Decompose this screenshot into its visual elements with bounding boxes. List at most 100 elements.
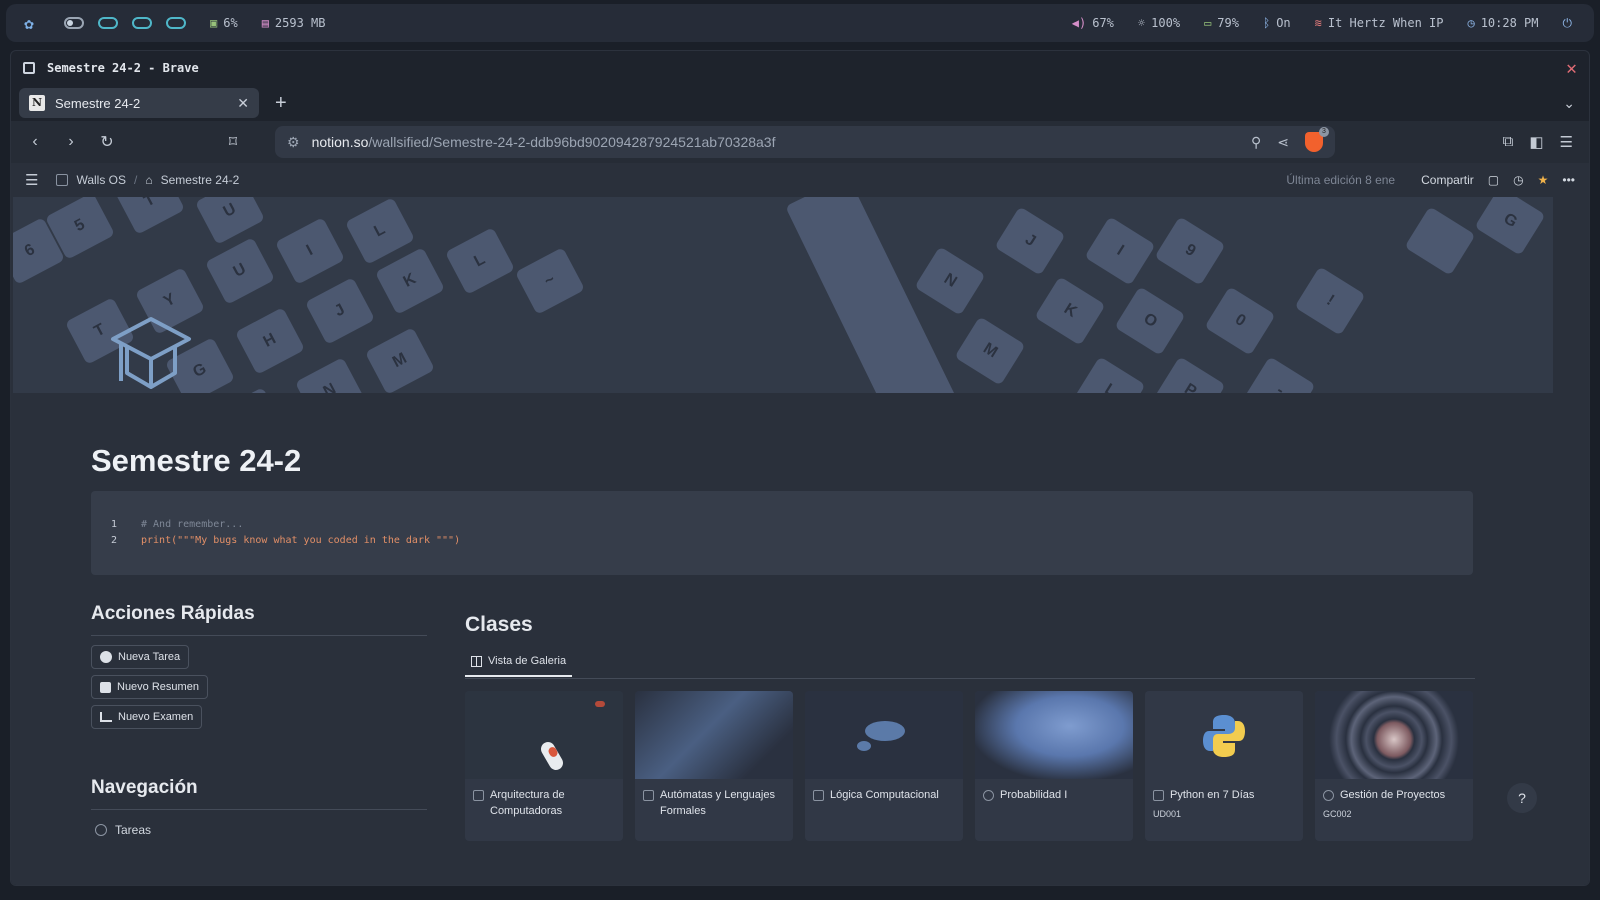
card-title: Autómatas y Lenguajes Formales xyxy=(660,789,775,817)
bluetooth-icon: ᛒ xyxy=(1262,16,1271,30)
breadcrumb-walls-os[interactable]: Walls OS xyxy=(76,173,126,187)
nav-item-label: Tareas xyxy=(115,823,152,837)
system-bar: ✿ ▣ 6% ▤ 2593 MB ◀) 67% ☼ 100% ▭ 79% ᛒ On ≋ It … xyxy=(6,4,1594,42)
automata-icon xyxy=(643,790,654,801)
probability-icon xyxy=(983,790,994,801)
check-circle-icon xyxy=(100,651,112,663)
workspace-4-icon[interactable] xyxy=(166,17,186,29)
edit-icon xyxy=(100,712,112,722)
ram-value: 2593 MB xyxy=(274,16,326,30)
brightness-indicator[interactable]: ☼ 100% xyxy=(1126,4,1192,42)
wifi-icon: ≋ xyxy=(1314,16,1322,30)
task-circle-icon xyxy=(95,824,107,836)
favorite-star-icon[interactable]: ★ xyxy=(1538,173,1549,187)
new-exam-button[interactable]: Nuevo Examen xyxy=(91,705,203,729)
chip-icon xyxy=(473,790,484,801)
reload-button[interactable]: ↻ xyxy=(93,132,121,152)
tab-semestre[interactable]: N Semestre 24-2 ✕ xyxy=(19,88,259,118)
card-cover-particles xyxy=(805,691,963,779)
workspace-3-icon[interactable] xyxy=(132,17,152,29)
workspace-1-icon[interactable] xyxy=(64,17,84,29)
card-code: UD001 xyxy=(1153,809,1182,819)
breadcrumb-separator: / xyxy=(134,173,138,187)
window-icon xyxy=(23,62,35,74)
sidebar-menu-icon[interactable]: ☰ xyxy=(25,171,38,189)
class-card[interactable]: Gestión de Proyectos GC002 xyxy=(1315,691,1473,841)
share-icon[interactable]: ⋖ xyxy=(1277,134,1289,151)
site-settings-icon[interactable]: ⚙ xyxy=(287,134,300,151)
notion-page: ☰ Walls OS / ⌂ Semestre 24-2 Última edic… xyxy=(11,163,1589,885)
help-button[interactable]: ? xyxy=(1507,783,1537,813)
brave-shields-icon[interactable] xyxy=(1305,127,1329,152)
class-card[interactable]: Autómatas y Lenguajes Formales xyxy=(635,691,793,841)
menu-icon[interactable]: ☰ xyxy=(1560,133,1573,151)
note-icon xyxy=(100,681,111,693)
bluetooth-indicator[interactable]: ᛒ On xyxy=(1251,4,1303,42)
wifi-indicator[interactable]: ≋ It Hertz When IP xyxy=(1303,4,1456,42)
os-logo-icon[interactable]: ✿ xyxy=(6,4,52,42)
back-button[interactable]: ‹ xyxy=(21,133,49,151)
forward-button[interactable]: › xyxy=(57,133,85,151)
sidebar-toggle-icon[interactable]: ◧ xyxy=(1529,133,1543,151)
new-summary-button[interactable]: Nuevo Resumen xyxy=(91,675,208,699)
gallery-view-tab[interactable]: Vista de Galeria xyxy=(465,647,573,677)
card-code: GC002 xyxy=(1323,809,1352,819)
volume-indicator[interactable]: ◀) 67% xyxy=(1060,4,1126,42)
address-bar[interactable]: ⚙ notion.so/wallsified/Semestre-24-2-ddb… xyxy=(275,126,1335,158)
volume-icon: ◀) xyxy=(1071,16,1087,30)
class-card[interactable]: Python en 7 Días UD001 xyxy=(1145,691,1303,841)
page-cover: 6 5 T U T Y U I L G H J K L N M ~ B N M … xyxy=(13,197,1553,393)
comments-icon[interactable]: ▢ xyxy=(1488,173,1499,187)
class-card[interactable]: Arquitectura de Computadoras xyxy=(465,691,623,841)
divider xyxy=(465,678,1475,679)
ram-indicator: ▤ 2593 MB xyxy=(250,4,338,42)
code-block[interactable]: 1 # And remember... 2 print("""My bugs kno… xyxy=(91,491,1473,575)
tab-list-chevron-icon[interactable]: ⌄ xyxy=(1563,95,1575,112)
nav-item-tareas[interactable]: Tareas xyxy=(95,823,151,837)
card-title: Arquitectura de Computadoras xyxy=(490,789,565,817)
zoom-icon[interactable]: ⚲ xyxy=(1251,134,1261,151)
code-line-2: print("""My bugs know what you coded in … xyxy=(141,535,461,546)
clock[interactable]: ◷ 10:28 PM xyxy=(1455,4,1550,42)
extensions-icon[interactable]: ⧉ xyxy=(1503,133,1514,151)
share-button[interactable]: Compartir xyxy=(1421,173,1474,187)
card-title: Python en 7 Días xyxy=(1170,789,1255,801)
card-cover-python xyxy=(1145,691,1303,779)
tab-close-icon[interactable]: ✕ xyxy=(237,95,249,112)
new-task-button[interactable]: Nueva Tarea xyxy=(91,645,190,669)
classes-heading: Clases xyxy=(465,613,533,636)
breadcrumb-cap-icon: ⌂ xyxy=(145,173,153,187)
history-icon[interactable]: ◷ xyxy=(1513,173,1523,187)
battery-value: 79% xyxy=(1217,16,1239,30)
card-cover-koi xyxy=(465,691,623,779)
page-title: Semestre 24-2 xyxy=(91,443,302,478)
python-logo-icon xyxy=(1203,715,1245,757)
card-cover-city xyxy=(635,691,793,779)
power-button[interactable]: ⏻ xyxy=(1551,4,1595,42)
more-options-icon[interactable]: ••• xyxy=(1562,173,1575,187)
window-title: Semestre 24-2 - Brave xyxy=(47,61,199,75)
class-card[interactable]: Probabilidad I xyxy=(975,691,1133,841)
ram-icon: ▤ xyxy=(261,16,269,30)
card-title: Gestión de Proyectos xyxy=(1340,789,1446,801)
workspace-switcher[interactable] xyxy=(52,4,198,42)
card-cover-mandala xyxy=(1315,691,1473,779)
battery-icon: ▭ xyxy=(1204,16,1212,30)
new-tab-button[interactable]: + xyxy=(275,92,287,115)
window-titlebar: Semestre 24-2 - Brave ✕ xyxy=(11,51,1589,85)
battery-indicator: ▭ 79% xyxy=(1192,4,1251,42)
team-icon xyxy=(1323,790,1334,801)
workspace-2-icon[interactable] xyxy=(98,17,118,29)
class-card[interactable]: Lógica Computacional xyxy=(805,691,963,841)
new-exam-label: Nuevo Examen xyxy=(118,711,194,723)
breadcrumb-semestre[interactable]: Semestre 24-2 xyxy=(161,173,240,187)
bookmark-icon[interactable]: ⌑ xyxy=(219,132,247,152)
new-summary-label: Nuevo Resumen xyxy=(117,681,199,693)
card-title: Lógica Computacional xyxy=(830,789,939,801)
card-title: Probabilidad I xyxy=(1000,789,1068,801)
gallery-view-label: Vista de Galeria xyxy=(488,655,567,667)
page-walls-icon xyxy=(56,174,69,186)
window-close-icon[interactable]: ✕ xyxy=(1566,58,1577,79)
graduation-cap-icon[interactable] xyxy=(109,315,193,395)
notion-topbar: ☰ Walls OS / ⌂ Semestre 24-2 Última edic… xyxy=(11,163,1589,197)
